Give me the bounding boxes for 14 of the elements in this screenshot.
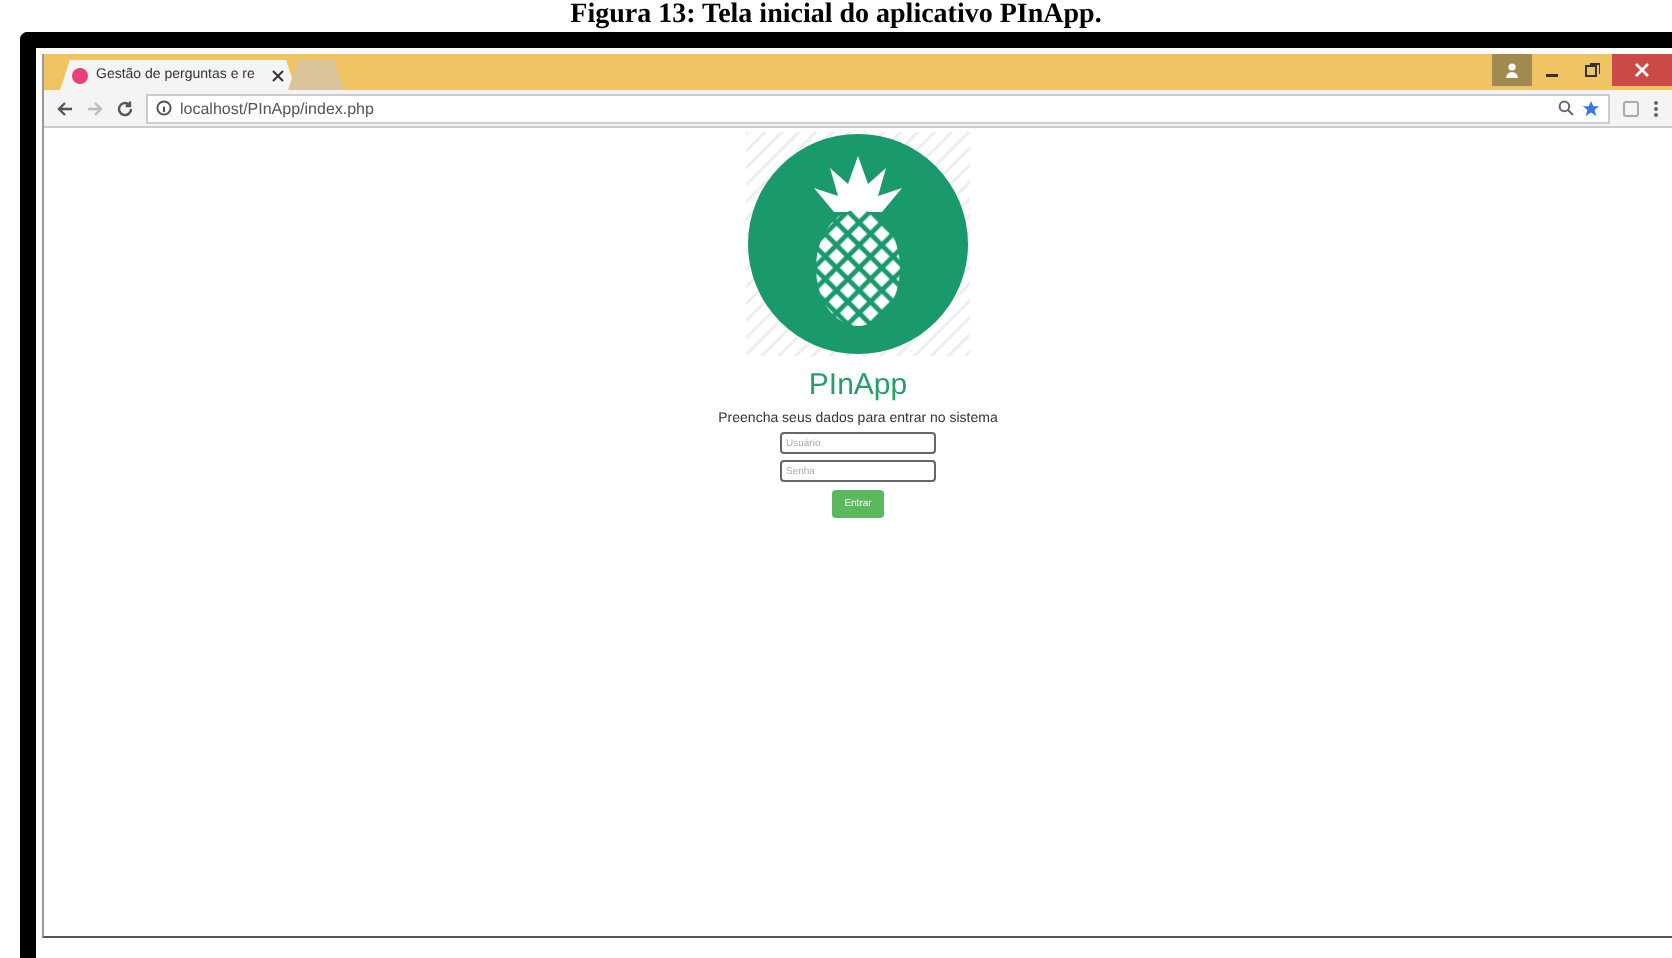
close-icon[interactable] <box>1612 54 1672 86</box>
menu-icon[interactable] <box>1652 99 1660 117</box>
pineapple-logo-icon <box>746 132 970 356</box>
app-title: PInApp <box>808 368 908 402</box>
back-icon[interactable] <box>56 99 74 117</box>
favicon-icon <box>72 67 88 83</box>
info-icon <box>156 100 172 116</box>
close-tab-icon[interactable] <box>272 69 284 81</box>
star-icon[interactable] <box>1582 99 1600 117</box>
figure-caption: Figura 13: Tela inicial do aplicativo PInApp. <box>568 0 1104 32</box>
reload-icon[interactable] <box>116 99 134 117</box>
zoom-icon[interactable] <box>1558 100 1574 116</box>
url-field[interactable]: localhost/PInApp/index.php <box>146 93 1610 123</box>
user-icon[interactable] <box>1492 54 1532 86</box>
